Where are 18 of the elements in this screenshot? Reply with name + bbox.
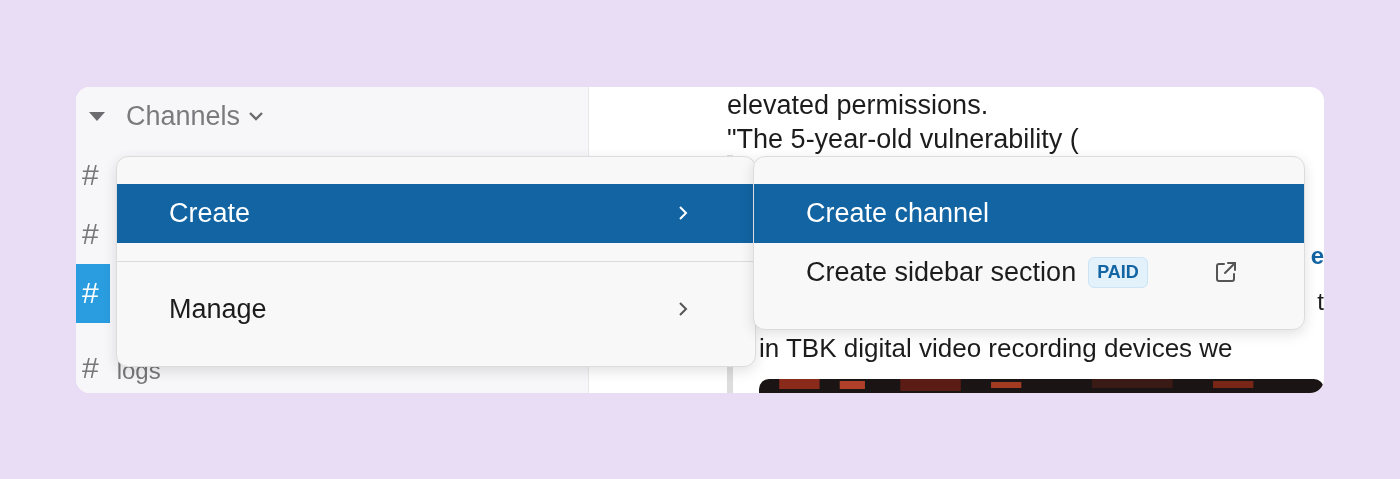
- section-title[interactable]: Channels: [126, 100, 241, 132]
- menu-item[interactable]: Create channel: [754, 183, 1304, 243]
- message-text: t: [1317, 287, 1324, 316]
- hash-icon: #: [82, 350, 99, 385]
- message-text: "The 5-year-old vulnerability (: [727, 122, 1080, 155]
- link-text[interactable]: e: [1310, 241, 1324, 270]
- hash-icon: #: [82, 276, 99, 310]
- menu-item[interactable]: Create sidebar section PAID: [754, 242, 1304, 302]
- chevron-right-icon: [677, 205, 689, 221]
- menu-item[interactable]: Create: [117, 183, 755, 243]
- menu-item[interactable]: Manage: [117, 279, 755, 339]
- chevron-down-icon[interactable]: [248, 111, 265, 121]
- message-text: elevated permissions.: [727, 88, 990, 122]
- chevron-right-icon: [677, 301, 689, 317]
- message-text: in TBK digital video recording devices we: [759, 331, 1234, 365]
- caret-down-icon[interactable]: [88, 109, 106, 123]
- hash-icon: #: [82, 158, 99, 192]
- paid-badge: PAID: [1088, 256, 1148, 288]
